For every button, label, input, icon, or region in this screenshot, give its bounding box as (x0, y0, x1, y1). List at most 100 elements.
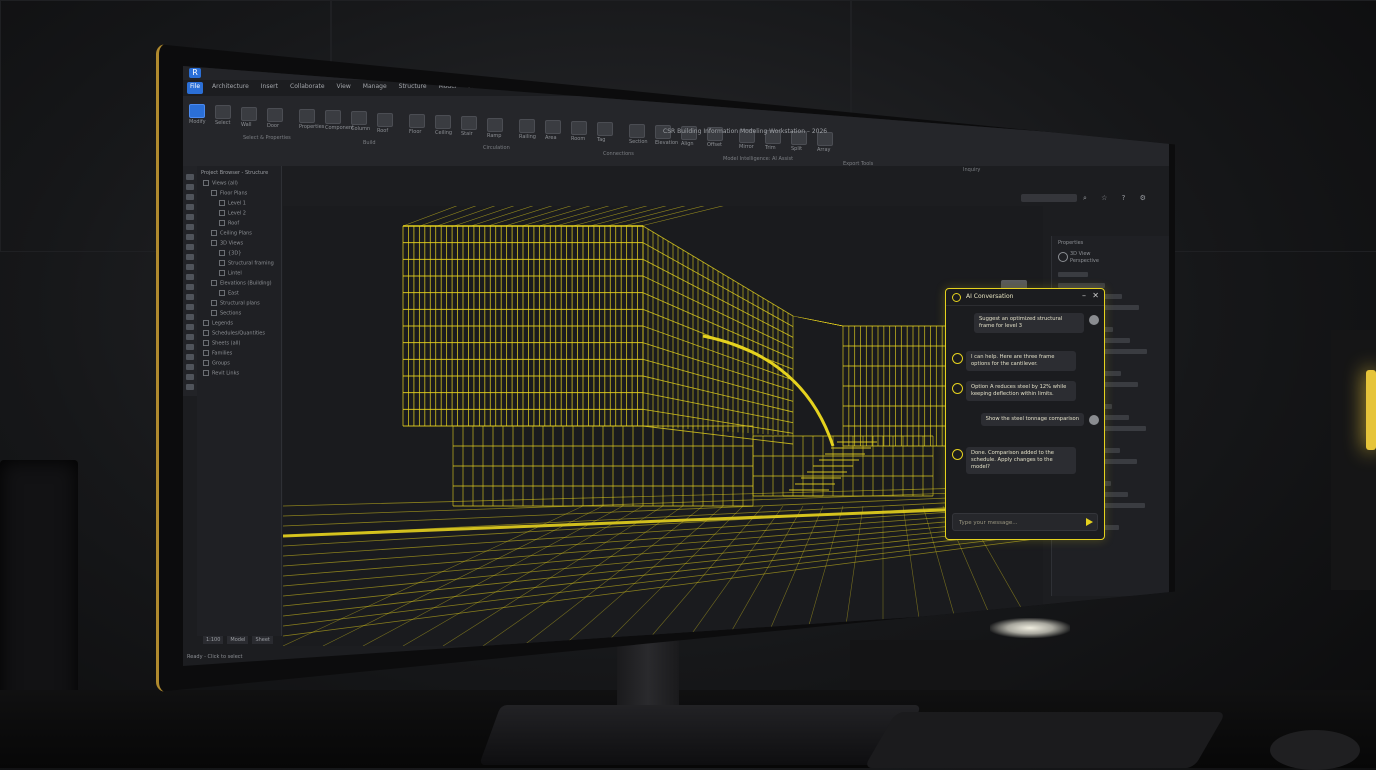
project-browser-item[interactable]: Floor Plans (211, 190, 247, 197)
toolstrip-icon[interactable] (186, 324, 194, 330)
expand-toggle-icon[interactable] (203, 370, 209, 376)
expand-toggle-icon[interactable] (219, 250, 225, 256)
project-browser-item[interactable]: Legends (203, 320, 233, 327)
expand-toggle-icon[interactable] (211, 230, 217, 236)
toolstrip-icon[interactable] (186, 174, 194, 180)
expand-toggle-icon[interactable] (203, 360, 209, 366)
toolstrip-icon[interactable] (186, 274, 194, 280)
ribbon-tool-floor-button[interactable] (409, 114, 425, 129)
project-browser-item[interactable]: Sections (211, 310, 241, 317)
project-browser-item[interactable]: Elevations (Building) (211, 280, 272, 287)
ribbon-tool-section-button[interactable] (629, 123, 645, 138)
toolstrip-icon[interactable] (186, 254, 194, 260)
expand-toggle-icon[interactable] (219, 220, 225, 226)
expand-toggle-icon[interactable] (219, 290, 225, 296)
toolstrip-icon[interactable] (186, 194, 194, 200)
ribbon-tool-ramp-button[interactable] (487, 117, 503, 132)
project-browser-item[interactable]: Level 1 (219, 200, 246, 207)
expand-toggle-icon[interactable] (219, 200, 225, 206)
ribbon-tab-annotate[interactable]: Annotate (466, 82, 499, 94)
ribbon-tool-modify-button[interactable] (189, 104, 205, 119)
project-browser-item[interactable]: Revit Links (203, 370, 239, 377)
toolstrip-icon[interactable] (186, 264, 194, 270)
3d-viewport[interactable] (282, 195, 1044, 647)
ribbon-tab-analyze[interactable]: Analyze (505, 82, 535, 94)
ribbon-tool-roof-button[interactable] (377, 112, 393, 127)
ribbon-tool-tag-button[interactable] (597, 122, 613, 137)
project-browser-item[interactable]: Sheets (all) (203, 340, 240, 347)
expand-toggle-icon[interactable] (219, 270, 225, 276)
view-control-0[interactable]: 1:100 (203, 636, 224, 644)
building-wireframe[interactable] (282, 195, 1044, 647)
toolstrip-icon[interactable] (186, 224, 194, 230)
ribbon-tab-insert[interactable]: Insert (258, 82, 281, 94)
app-logo-icon[interactable]: R (189, 68, 201, 78)
search-input[interactable] (1021, 194, 1077, 202)
ribbon-tab-collaborate[interactable]: Collaborate (287, 82, 328, 94)
project-browser-item[interactable]: Families (203, 350, 232, 357)
project-browser-item[interactable]: Structural framing (219, 260, 274, 267)
minimize-icon[interactable]: – (1082, 291, 1086, 300)
expand-toggle-icon[interactable] (203, 330, 209, 336)
ribbon-tool-ceiling-button[interactable] (435, 115, 451, 130)
project-browser-item[interactable]: Schedules/Quantities (203, 330, 265, 337)
toolstrip-icon[interactable] (186, 214, 194, 220)
expand-toggle-icon[interactable] (211, 310, 217, 316)
toolstrip-icon[interactable] (186, 304, 194, 310)
expand-toggle-icon[interactable] (203, 340, 209, 346)
toolstrip-icon[interactable] (186, 354, 194, 360)
expand-toggle-icon[interactable] (211, 240, 217, 246)
ribbon-tab-model[interactable]: Model (436, 82, 460, 94)
toolstrip-icon[interactable] (186, 334, 194, 340)
toolstrip-icon[interactable] (186, 204, 194, 210)
toolstrip-icon[interactable] (186, 384, 194, 390)
ribbon-tab-structure[interactable]: Structure (396, 82, 430, 94)
ribbon-tool-stair-button[interactable] (461, 116, 477, 131)
ribbon-tool-component-button[interactable] (325, 110, 341, 125)
toolstrip-icon[interactable] (186, 234, 194, 240)
project-browser-item[interactable]: Groups (203, 360, 230, 367)
expand-toggle-icon[interactable] (203, 350, 209, 356)
project-browser-item[interactable]: East (219, 290, 239, 297)
project-browser-item[interactable]: {3D} (219, 250, 241, 257)
ribbon-tool-column-button[interactable] (351, 111, 367, 126)
ribbon-tab-architecture[interactable]: Architecture (209, 82, 252, 94)
toolstrip-icon[interactable] (186, 244, 194, 250)
toolstrip-icon[interactable] (186, 184, 194, 190)
ribbon-tab-file[interactable]: File (187, 82, 204, 94)
expand-toggle-icon[interactable] (211, 280, 217, 286)
project-browser-item[interactable]: Views (all) (203, 180, 238, 187)
project-browser-item[interactable]: Lintel (219, 270, 242, 277)
ribbon-tool-area-button[interactable] (545, 120, 561, 135)
quick-access-icons[interactable]: ⌕ ☆ ? ⚙ (1083, 194, 1152, 203)
ribbon-tool-railing-button[interactable] (519, 118, 535, 133)
ribbon-tool-select-button[interactable] (215, 105, 231, 120)
toolstrip-icon[interactable] (186, 284, 194, 290)
view-control-2[interactable]: Sheet (252, 636, 273, 644)
view-control-1[interactable]: Model (227, 636, 249, 644)
toolstrip-icon[interactable] (186, 314, 194, 320)
ai-message-input-box[interactable] (952, 513, 1098, 531)
send-icon[interactable] (1086, 518, 1093, 526)
expand-toggle-icon[interactable] (203, 320, 209, 326)
ribbon-tool-wall-button[interactable] (241, 106, 257, 121)
expand-toggle-icon[interactable] (211, 300, 217, 306)
ai-message-input[interactable] (957, 517, 1079, 529)
ribbon-tab-view[interactable]: View (334, 82, 354, 94)
property-row[interactable] (1058, 272, 1088, 277)
project-browser-item[interactable]: 3D Views (211, 240, 243, 247)
project-browser-item[interactable]: Roof (219, 220, 239, 227)
project-browser-item[interactable]: Structural plans (211, 300, 260, 307)
toolstrip-icon[interactable] (186, 364, 194, 370)
project-browser-item[interactable]: Ceiling Plans (211, 230, 252, 237)
toolstrip-icon[interactable] (186, 374, 194, 380)
expand-toggle-icon[interactable] (203, 180, 209, 186)
toolstrip-icon[interactable] (186, 294, 194, 300)
toolstrip-icon[interactable] (186, 344, 194, 350)
ribbon-tab-manage[interactable]: Manage (360, 82, 390, 94)
ribbon-tool-room-button[interactable] (571, 121, 587, 136)
expand-toggle-icon[interactable] (219, 260, 225, 266)
project-browser-item[interactable]: Level 2 (219, 210, 246, 217)
expand-toggle-icon[interactable] (219, 210, 225, 216)
ribbon-tool-door-button[interactable] (267, 107, 283, 122)
